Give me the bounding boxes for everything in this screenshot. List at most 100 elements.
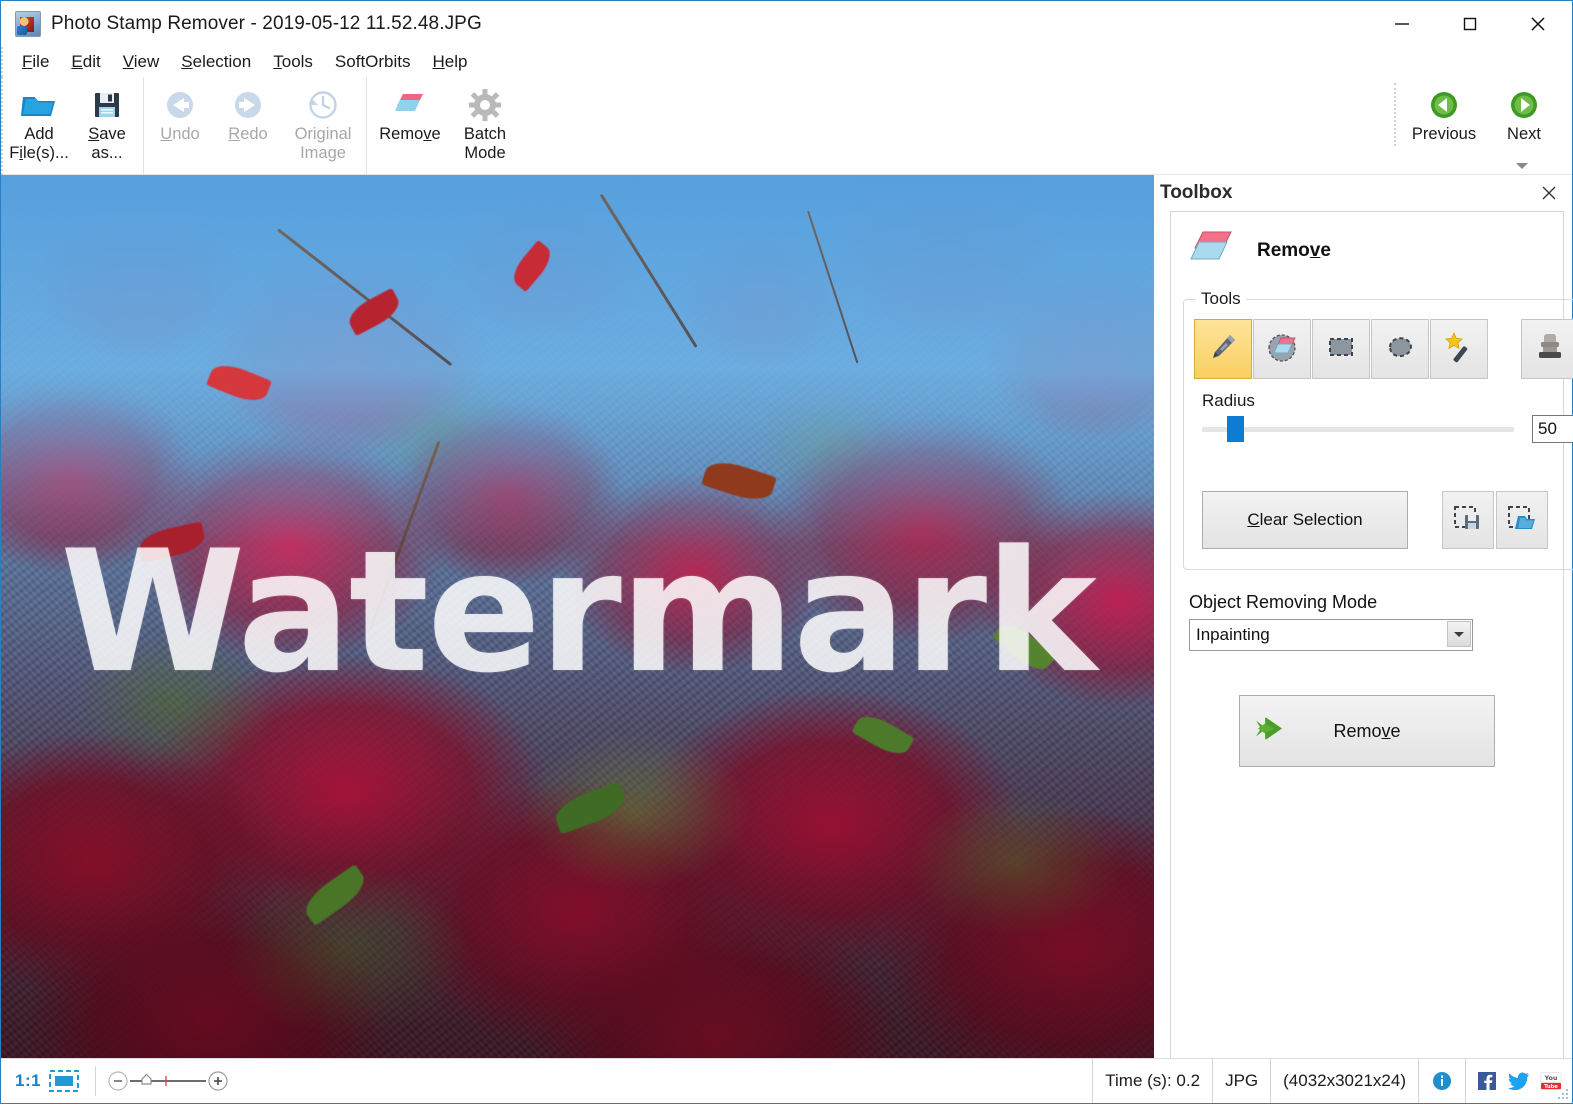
zoom-slider[interactable] [108,1068,228,1094]
batch-mode-label-1: Batch [463,125,507,143]
radius-value-input[interactable]: 50 [1532,415,1573,443]
image-canvas[interactable]: Watermark [1,175,1154,1058]
fit-to-window-icon[interactable] [49,1070,80,1092]
magic-wand-tool-button[interactable] [1430,319,1488,379]
load-selection-button[interactable] [1496,491,1548,549]
window-resize-grip[interactable] [1556,1087,1570,1101]
green-double-arrow-icon [1254,714,1296,749]
lasso-tool-button[interactable] [1371,319,1429,379]
gear-icon [469,85,501,125]
remove-ribbon-button[interactable]: Remove [369,83,451,146]
undo-arrow-icon [163,85,197,125]
redo-label: Redo [228,125,268,143]
tools-group-spacer [1194,443,1573,487]
save-selection-icon [1453,504,1483,537]
radius-slider-thumb[interactable] [1226,416,1244,442]
info-cell [1418,1059,1465,1103]
remove-button-label: Remove [1333,720,1401,741]
save-as-label-2: as... [91,144,123,162]
toolbox-panel: Toolbox Remove Tools Radius 50 Clear Sel… [1154,175,1573,1058]
open-folder-icon [20,85,58,125]
clear-selection-button[interactable]: Clear Selection [1202,491,1408,549]
marker-tool-button[interactable] [1194,319,1252,379]
application-window: Photo Stamp Remover - 2019-05-12 11.52.4… [0,0,1573,1104]
photo-app-icon [15,11,41,37]
rectangle-selection-icon [1324,330,1358,369]
next-label: Next [1507,125,1541,143]
green-right-arrow-icon [1508,85,1540,125]
info-icon[interactable] [1431,1070,1453,1092]
menu-bar: FFileile Edit View Selection Tools SoftO… [1,47,1572,77]
add-files-label-1: Add [24,125,54,143]
clone-stamp-icon [1533,330,1567,369]
menu-item-help[interactable]: Help [422,50,479,74]
batch-mode-button[interactable]: Batch Mode [451,83,519,165]
magic-wand-icon [1442,330,1476,369]
ribbon-toolbar: Add File(s)... Save as... Undo Redo Orig… [1,77,1572,175]
add-files-label-2: File(s)... [9,144,69,162]
toolbox-mode-title: Remove [1257,239,1331,261]
toolbox-header: Toolbox [1154,175,1572,211]
clone-stamp-tool-button[interactable] [1521,319,1573,379]
maximize-button[interactable] [1436,1,1504,47]
zoom-ratio-label[interactable]: 1:1 [15,1071,41,1091]
close-button[interactable] [1504,1,1572,47]
eraser-round-icon [1265,330,1299,369]
radius-row: 50 [1202,415,1573,443]
undo-button[interactable]: Undo [146,83,214,146]
status-bar: 1:1 Time (s): 0.2 JPG (4032x3021x24) You… [1,1058,1572,1103]
window-title: Photo Stamp Remover - 2019-05-12 11.52.4… [51,13,482,34]
previous-button[interactable]: Previous [1404,83,1484,146]
next-button[interactable]: Next [1484,83,1564,146]
radius-slider[interactable] [1202,416,1514,442]
eraser-tool-button[interactable] [1253,319,1311,379]
file-format-label: JPG [1212,1059,1270,1103]
svg-text:You: You [1543,1074,1557,1082]
lasso-selection-icon [1383,330,1417,369]
object-removing-mode-select[interactable]: Inpainting [1189,619,1473,651]
remove-ribbon-label: Remove [379,125,441,143]
window-controls [1368,1,1572,47]
twitter-icon[interactable] [1508,1070,1530,1092]
marker-pencil-icon [1206,330,1240,369]
selection-actions-row: Clear Selection [1202,491,1573,549]
floppy-save-icon [92,85,122,125]
ribbon-expand-icon[interactable] [1514,159,1530,171]
rectangle-select-tool-button[interactable] [1312,319,1370,379]
tools-group: Tools Radius 50 Clear Selection [1183,289,1573,570]
menu-item-softorbits[interactable]: SoftOrbits [324,50,422,74]
save-selection-button[interactable] [1442,491,1494,549]
work-area: Watermark Toolbox Remove Tools Radius 50… [1,175,1573,1058]
load-selection-icon [1507,504,1537,537]
minimize-button[interactable] [1368,1,1436,47]
batch-mode-label-2: Mode [464,144,506,162]
remove-button[interactable]: Remove [1239,695,1495,767]
undo-label: Undo [160,125,200,143]
menu-item-view[interactable]: View [112,50,171,74]
toolbox-title: Toolbox [1160,182,1233,203]
tools-row [1194,315,1573,379]
original-image-label-1: Original [294,125,352,143]
add-files-button[interactable]: Add File(s)... [5,83,73,165]
facebook-icon[interactable] [1476,1070,1498,1092]
eraser-icon [1189,228,1235,273]
save-as-button[interactable]: Save as... [73,83,141,165]
menu-item-tools[interactable]: Tools [262,50,324,74]
toolbox-close-icon[interactable] [1538,182,1560,204]
object-removing-mode-value: Inpainting [1196,625,1270,644]
ribbon-group-navigation: Previous Next [1394,83,1564,146]
chevron-down-icon[interactable] [1447,621,1471,647]
menu-item-selection[interactable]: Selection [170,50,262,74]
radius-slider-track [1202,427,1514,432]
selection-io-buttons [1442,491,1548,549]
redo-arrow-icon [231,85,265,125]
previous-label: Previous [1411,125,1477,143]
image-dimensions-label: (4032x3021x24) [1270,1059,1418,1103]
menu-item-edit[interactable]: Edit [60,50,111,74]
original-image-button[interactable]: Original Image [282,83,364,165]
menu-item-file[interactable]: FFileile [11,50,60,74]
radius-label: Radius [1202,391,1255,410]
original-image-label-2: Image [300,144,346,162]
redo-button[interactable]: Redo [214,83,282,146]
status-right-group: Time (s): 0.2 JPG (4032x3021x24) You Tube [1092,1059,1572,1103]
